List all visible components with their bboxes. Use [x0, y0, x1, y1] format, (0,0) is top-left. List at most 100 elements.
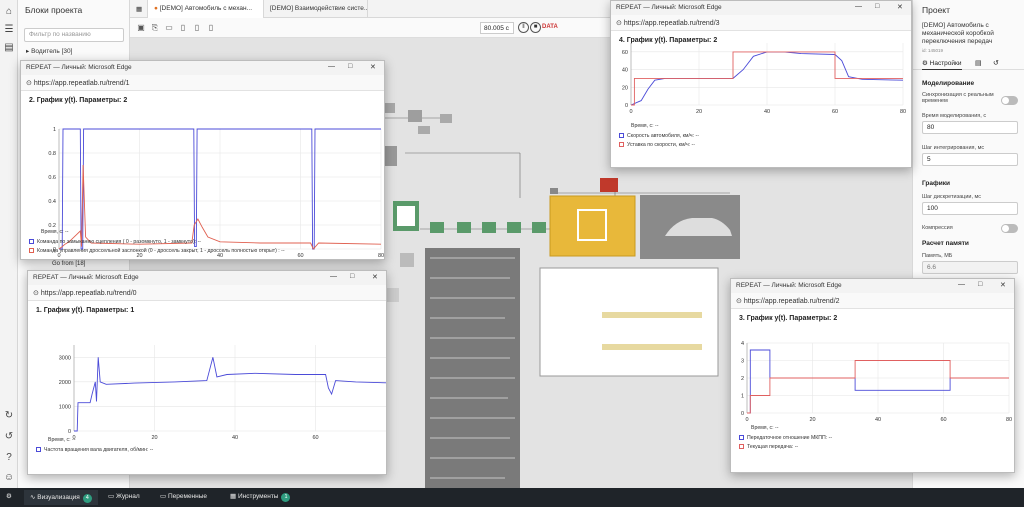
minimize-icon[interactable]: — — [958, 281, 965, 288]
step-input[interactable]: 5 — [922, 153, 1018, 166]
close-icon[interactable]: ✕ — [897, 3, 903, 11]
history-icon[interactable]: ↻ — [3, 410, 15, 422]
undo-icon[interactable]: ↺ — [3, 431, 15, 443]
minimize-icon[interactable]: — — [855, 3, 862, 10]
model-block — [418, 126, 430, 134]
browser-window[interactable]: REPEAT — Личный: Microsoft Edge — □ ✕ ⊙ http… — [610, 0, 912, 168]
tab-demo-car[interactable]: ● [DEMO] Автомобиль с механ... — [148, 0, 264, 18]
help-icon[interactable]: ? — [3, 452, 15, 464]
x-tick-label: 0 — [629, 109, 632, 115]
settings-icon[interactable]: ⚙ — [6, 492, 18, 500]
document2-icon[interactable]: ▯ — [192, 23, 202, 33]
tools-button[interactable]: ▦ Инструменты 1 — [230, 492, 291, 502]
browser-window[interactable]: REPEAT — Личный: Microsoft Edge — □ ✕ ⊙ http… — [730, 278, 1015, 473]
y-tick-label: 3000 — [59, 355, 71, 361]
maximize-icon[interactable]: □ — [350, 273, 354, 280]
legend-entry[interactable]: Команда по замыканию сцепления ( 0 - раз… — [29, 239, 201, 245]
address-bar[interactable]: ⊙ https://app.repeatlab.ru/trend/3 — [611, 15, 911, 31]
compression-toggle[interactable] — [1001, 224, 1018, 233]
grid-icon[interactable]: ▦ — [130, 0, 148, 18]
model-block — [400, 253, 414, 267]
data-tag: DATA — [542, 24, 558, 30]
maximize-icon[interactable]: □ — [875, 3, 879, 10]
model-block — [440, 114, 452, 123]
y-tick-label: 2000 — [59, 380, 71, 386]
minimize-icon[interactable]: — — [328, 63, 335, 70]
variables-button[interactable]: ▭ Переменные — [160, 492, 207, 500]
legend-label: Текущая передача: -- — [747, 444, 799, 450]
document-icon[interactable]: ▯ — [178, 23, 188, 33]
browser-window[interactable]: REPEAT — Личный: Microsoft Edge — □ ✕ ⊙ http… — [27, 270, 387, 475]
address-bar[interactable]: ⊙ https://app.repeatlab.ru/trend/2 — [731, 293, 1014, 309]
memory-value: 6.6 — [922, 261, 1018, 274]
bottom-bar: ⚙ ∿ Визуализация 4 ▭ Журнал ▭ Переменные … — [0, 488, 1024, 507]
blocks-search-input[interactable]: Фильтр по названию — [24, 28, 124, 42]
user-icon[interactable]: ☺ — [3, 472, 15, 484]
layers-icon[interactable]: ☰ — [3, 24, 15, 36]
x-tick-label: 60 — [940, 417, 946, 423]
project-tabs: ⚙ Настройки ▤ ↺ — [913, 56, 1024, 70]
pause-button[interactable]: ‖ — [518, 22, 529, 33]
export-icon[interactable]: ⎘ — [150, 23, 160, 33]
discrete-input[interactable]: 100 — [922, 202, 1018, 215]
list-icon[interactable]: ▤ — [975, 59, 982, 67]
legend-entry[interactable]: Скорость автомобиля, км/ч: -- — [619, 133, 699, 139]
algorithm-band — [602, 312, 702, 318]
journal-button[interactable]: ▭ Журнал — [108, 492, 140, 500]
legend-entry[interactable]: Текущая передача: -- — [739, 444, 798, 450]
window-titlebar[interactable]: REPEAT — Личный: Microsoft Edge — □ ✕ — [731, 279, 1014, 293]
sync-toggle[interactable] — [1001, 96, 1018, 105]
discrete-label: Шаг дискретизации, мс — [922, 194, 982, 200]
model-time-label: Время моделирования, с — [922, 113, 987, 119]
browser-window[interactable]: REPEAT — Личный: Microsoft Edge — □ ✕ ⊙ http… — [20, 60, 385, 260]
time-readout: Время, с: -- — [48, 437, 76, 443]
legend-entry[interactable]: Команда управления дроссельной заслонкой… — [29, 248, 285, 254]
tab-demo-systems[interactable]: [DEMO] Взаимодействие систе... — [264, 0, 368, 18]
visualization-button[interactable]: ∿ Визуализация 4 — [24, 490, 98, 505]
model-time-input[interactable]: 80 — [922, 121, 1018, 134]
model-block — [482, 222, 496, 233]
page-url: https://app.repeatlab.ru/trend/2 — [743, 298, 840, 305]
window-titlebar[interactable]: REPEAT — Личный: Microsoft Edge — □ ✕ — [21, 61, 384, 75]
legend-label: Команда управления дроссельной заслонкой… — [37, 248, 285, 254]
minimize-icon[interactable]: — — [330, 273, 337, 280]
document3-icon[interactable]: ▯ — [206, 23, 216, 33]
section-memory: Расчет памяти — [922, 240, 969, 247]
window-titlebar[interactable]: REPEAT — Личный: Microsoft Edge — □ ✕ — [28, 271, 386, 285]
sim-time-field[interactable]: 80.005 с — [480, 22, 514, 34]
close-icon[interactable]: ✕ — [370, 63, 376, 71]
window-title: REPEAT — Личный: Microsoft Edge — [736, 282, 842, 289]
home-icon[interactable]: ⌂ — [3, 6, 15, 18]
section-graphs: Графики — [922, 180, 950, 187]
series-line — [631, 51, 903, 106]
legend-entry[interactable]: Уставка по скорости, км/ч: -- — [619, 142, 695, 148]
algorithm-diagram — [539, 267, 719, 377]
y-tick-label: 1 — [741, 394, 744, 400]
legend-entry[interactable]: Частота вращения вала двигателя, об/мин:… — [36, 447, 153, 453]
goto-item-label[interactable]: Go from [18] — [52, 261, 85, 267]
blocks-icon[interactable]: ▤ — [3, 42, 15, 54]
close-icon[interactable]: ✕ — [372, 273, 378, 281]
y-tick-label: 60 — [622, 50, 628, 56]
maximize-icon[interactable]: □ — [348, 63, 352, 70]
tab-settings[interactable]: ⚙ Настройки — [922, 59, 962, 70]
legend-entry[interactable]: Передаточное отношение МКПП: -- — [739, 435, 832, 441]
address-bar[interactable]: ⊙ https://app.repeatlab.ru/trend/1 — [21, 75, 384, 91]
window-titlebar[interactable]: REPEAT — Личный: Microsoft Edge — □ ✕ — [611, 1, 911, 15]
legend-swatch — [29, 239, 34, 244]
monitor-icon[interactable]: ▭ — [164, 23, 174, 33]
history-tab-icon[interactable]: ↺ — [993, 59, 999, 67]
close-icon[interactable]: ✕ — [1000, 281, 1006, 289]
tools-badge: 1 — [281, 493, 291, 502]
address-bar[interactable]: ⊙ https://app.repeatlab.ru/trend/0 — [28, 285, 386, 301]
algorithm-band — [602, 344, 702, 350]
line-chart: 0100020003000020406080 — [59, 345, 386, 441]
group-driver[interactable]: ▸ Водитель [30] — [26, 47, 72, 55]
x-tick-label: 0 — [745, 417, 748, 423]
tools-icon: ▦ — [230, 493, 238, 500]
y-tick-label: 3 — [741, 359, 744, 365]
graph-title: 1. График y(t). Параметры: 1 — [36, 307, 135, 314]
stop-button[interactable]: ■ — [530, 22, 541, 33]
maximize-icon[interactable]: □ — [978, 281, 982, 288]
save-icon[interactable]: ▣ — [136, 23, 146, 33]
